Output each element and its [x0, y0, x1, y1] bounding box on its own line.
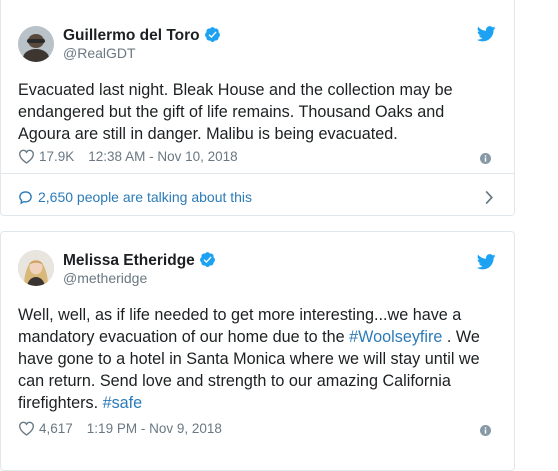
twitter-bird-icon[interactable] [476, 26, 496, 47]
info-icon[interactable] [480, 423, 491, 441]
tweet-timestamp[interactable]: 1:19 PM - Nov 9, 2018 [87, 421, 222, 436]
chevron-right-icon[interactable] [484, 190, 494, 210]
avatar[interactable] [18, 250, 54, 286]
verified-badge-icon [199, 251, 216, 273]
tweet-text: Well, well, as if life needed to get mor… [18, 304, 488, 414]
info-icon[interactable] [480, 151, 491, 169]
tweet-meta: 17.9K 12:38 AM - Nov 10, 2018 [18, 149, 238, 164]
hashtag-link[interactable]: #Woolseyfire [349, 328, 442, 346]
tweet-meta: 4,617 1:19 PM - Nov 9, 2018 [18, 421, 222, 436]
avatar[interactable] [18, 26, 54, 62]
author-handle[interactable]: @RealGDT [63, 45, 136, 61]
tweet-card: Melissa Etheridge @metheridge Well, well… [0, 231, 515, 471]
author-handle[interactable]: @metheridge [63, 270, 147, 286]
verified-badge-icon [204, 26, 221, 48]
like-count[interactable]: 17.9K [39, 149, 74, 164]
tweet-timestamp[interactable]: 12:38 AM - Nov 10, 2018 [88, 149, 237, 164]
author-name-text[interactable]: Melissa Etheridge [63, 252, 195, 269]
talking-count[interactable]: 2,650 people are talking about this [38, 189, 252, 205]
heart-icon[interactable] [18, 149, 35, 164]
heart-icon[interactable] [18, 421, 35, 436]
conversation-link[interactable]: 2,650 people are talking about this [18, 189, 252, 205]
divider [1, 173, 514, 174]
twitter-bird-icon[interactable] [476, 254, 496, 275]
tweet-text: Evacuated last night. Bleak House and th… [18, 81, 453, 143]
tweet-card: Guillermo del Toro @RealGDT Evacuated la… [0, 0, 515, 216]
author-name-text[interactable]: Guillermo del Toro [63, 27, 200, 44]
hashtag-link[interactable]: #safe [103, 394, 143, 412]
like-count[interactable]: 4,617 [39, 421, 73, 436]
speech-bubble-icon [18, 190, 33, 205]
